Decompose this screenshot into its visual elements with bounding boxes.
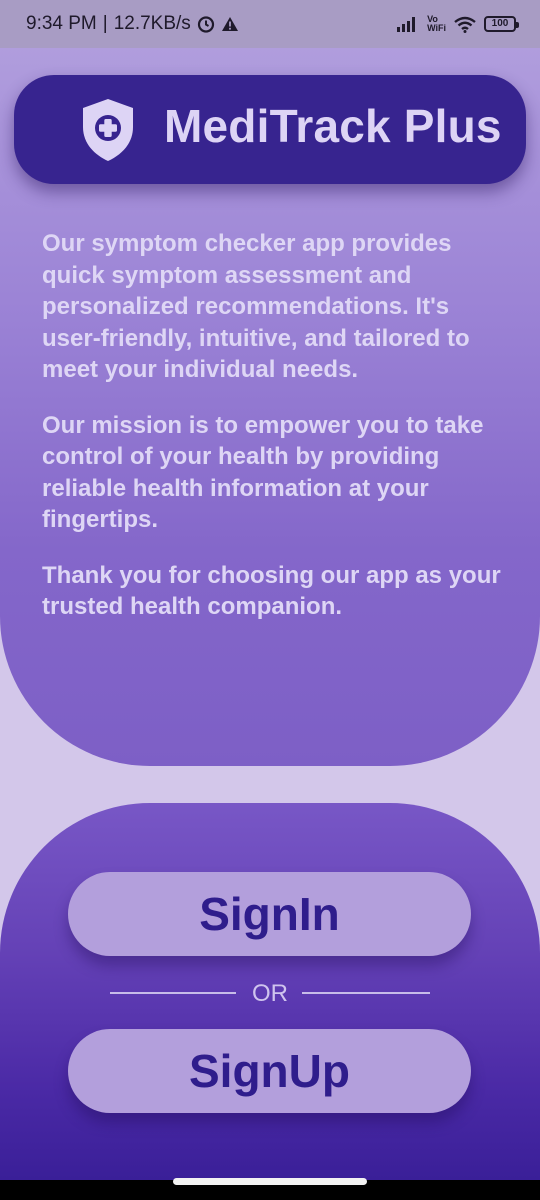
status-left: 9:34 PM | 12.7KB/s — [26, 13, 239, 35]
home-indicator[interactable] — [173, 1178, 367, 1185]
shield-plus-icon — [78, 97, 138, 163]
divider-line-right — [302, 992, 430, 994]
or-divider: OR — [110, 976, 430, 1010]
vowifi-bottom: WiFi — [427, 23, 446, 33]
signup-button[interactable]: SignUp — [68, 1029, 471, 1113]
description-paragraph-3: Thank you for choosing our app as your t… — [42, 561, 501, 621]
signin-button[interactable]: SignIn — [68, 872, 471, 956]
or-label: OR — [252, 980, 288, 1007]
network-speed: 12.7KB/s — [113, 13, 191, 34]
wifi-icon — [454, 16, 476, 33]
app-header: MediTrack Plus — [14, 75, 526, 184]
status-bar: 9:34 PM | 12.7KB/s Vo WiFi 100 — [0, 0, 540, 48]
status-separator: | — [102, 13, 108, 34]
status-time: 9:34 PM — [26, 13, 97, 34]
signal-icon — [397, 17, 416, 32]
app-title: MediTrack Plus — [164, 100, 502, 152]
battery-icon: 100 — [484, 16, 519, 32]
vowifi-indicator: Vo WiFi — [427, 15, 446, 33]
status-right: Vo WiFi 100 — [397, 15, 519, 33]
alarm-icon — [197, 16, 214, 33]
description-paragraph-1: Our symptom checker app provides quick s… — [42, 230, 470, 383]
app-description: Our symptom checker app provides quick s… — [42, 228, 512, 647]
description-paragraph-2: Our mission is to empower you to take co… — [42, 411, 484, 534]
warning-icon — [221, 17, 238, 31]
